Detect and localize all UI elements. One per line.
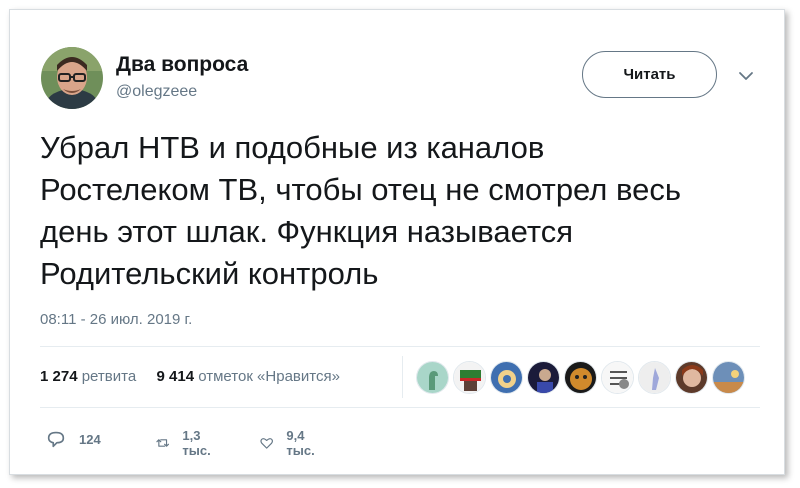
author-avatar[interactable] bbox=[41, 47, 103, 109]
likes-count[interactable]: 9 414 bbox=[157, 368, 195, 385]
tweet-line: Убрал НТВ и подобные из каналов bbox=[40, 130, 545, 165]
liker-avatar[interactable] bbox=[638, 361, 671, 394]
reply-button[interactable]: 124 bbox=[45, 428, 101, 450]
divider bbox=[40, 407, 760, 408]
liker-avatar[interactable] bbox=[490, 361, 523, 394]
follow-button[interactable]: Читать bbox=[582, 51, 717, 98]
tweet-stats: 1 274 ретвита 9 414 отметок «Нравится» bbox=[40, 368, 340, 385]
heart-icon bbox=[260, 438, 273, 449]
tweet-text: Убрал НТВ и подобные из каналов Ростелек… bbox=[40, 127, 770, 295]
author-name[interactable]: Два вопроса bbox=[116, 53, 248, 77]
reply-icon bbox=[47, 431, 65, 448]
author-handle[interactable]: @olegzeee bbox=[116, 83, 197, 101]
retweets-count[interactable]: 1 274 bbox=[40, 368, 78, 385]
like-count: 9,4 тыс. bbox=[286, 428, 315, 458]
liker-avatar[interactable] bbox=[712, 361, 745, 394]
liker-avatar[interactable] bbox=[675, 361, 708, 394]
liker-avatar[interactable] bbox=[601, 361, 634, 394]
liker-avatar[interactable] bbox=[527, 361, 560, 394]
liker-avatar[interactable] bbox=[416, 361, 449, 394]
tweet-line: Ростелеком ТВ, чтобы отец не смотрел вес… bbox=[40, 172, 681, 207]
divider bbox=[40, 346, 760, 347]
retweet-count: 1,3 тыс. bbox=[182, 428, 211, 458]
liker-avatar[interactable] bbox=[453, 361, 486, 394]
stats-separator bbox=[402, 356, 403, 398]
chevron-down-icon[interactable] bbox=[738, 68, 754, 84]
tweet-line: Родительский контроль bbox=[40, 256, 379, 291]
reply-count: 124 bbox=[79, 431, 101, 447]
retweet-button[interactable]: 1,3 тыс. bbox=[155, 428, 217, 458]
tweet-timestamp[interactable]: 08:11 - 26 июл. 2019 г. bbox=[40, 311, 192, 328]
retweet-icon bbox=[156, 439, 170, 447]
retweets-label[interactable]: ретвита bbox=[82, 368, 136, 385]
tweet-line: день этот шлак. Функция называется bbox=[40, 214, 573, 249]
like-button[interactable]: 9,4 тыс. bbox=[259, 428, 321, 458]
likes-label[interactable]: отметок «Нравится» bbox=[198, 368, 340, 385]
liker-avatar[interactable] bbox=[564, 361, 597, 394]
tweet-card: Два вопроса @olegzeee Читать Убрал НТВ и… bbox=[9, 9, 785, 475]
